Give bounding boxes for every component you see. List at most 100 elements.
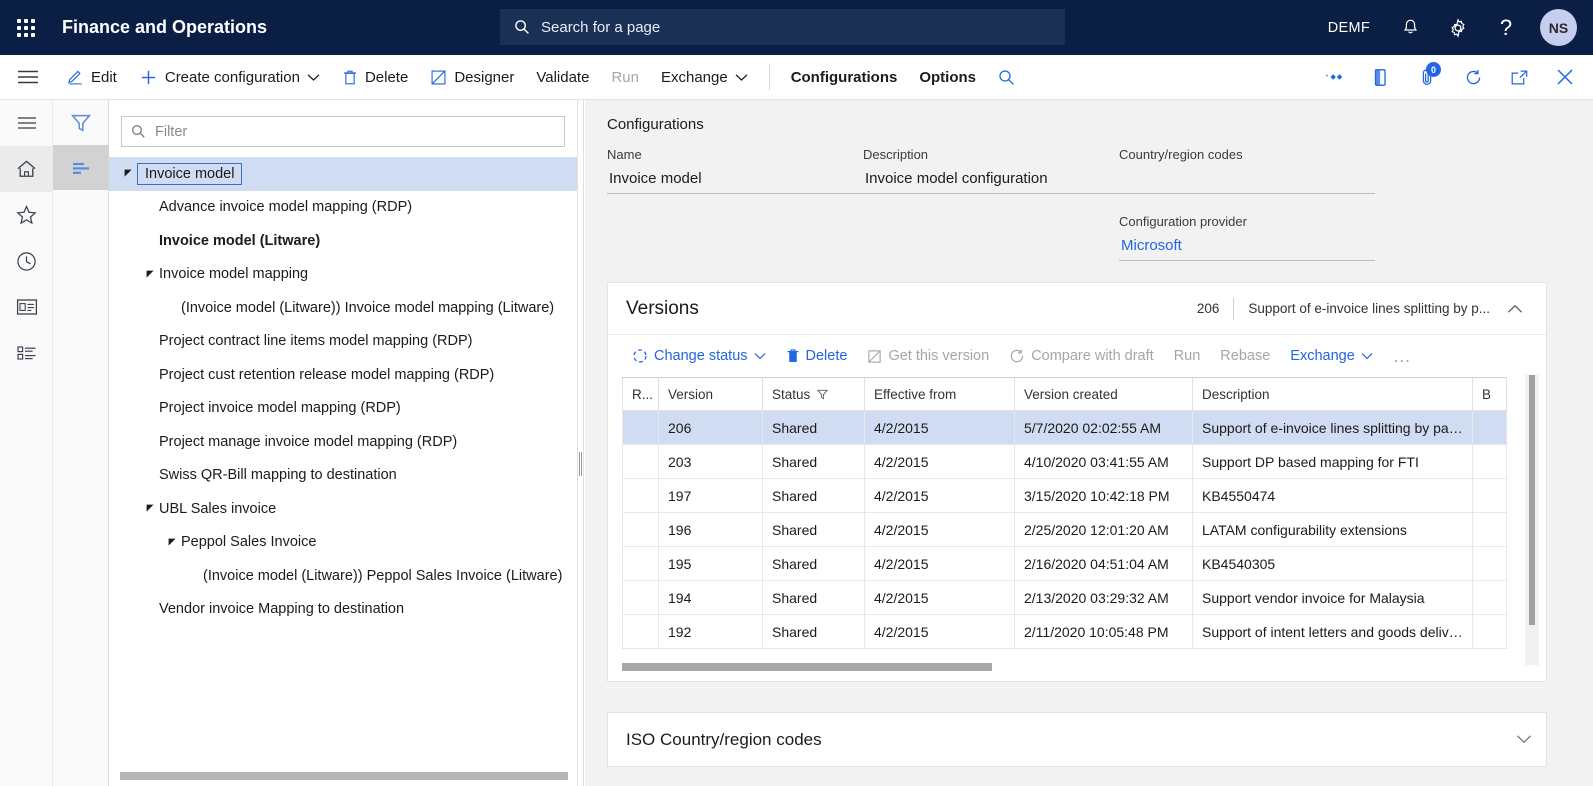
table-row[interactable]: 206Shared4/2/20155/7/2020 02:02:55 AMSup… <box>623 411 1507 445</box>
tab-configurations[interactable]: Configurations <box>780 55 909 99</box>
rail-hamburger-menu-icon[interactable] <box>0 100 53 146</box>
table-row[interactable]: 197Shared4/2/20153/15/2020 10:42:18 PMKB… <box>623 479 1507 513</box>
cell-description[interactable]: KB4540305 <box>1193 547 1473 581</box>
table-row[interactable]: 194Shared4/2/20152/13/2020 03:29:32 AMSu… <box>623 581 1507 615</box>
tree-item[interactable]: Project cust retention release model map… <box>109 358 577 392</box>
versions-exchange-button[interactable]: Exchange <box>1280 339 1383 373</box>
tree-filter-input[interactable]: Filter <box>121 116 565 147</box>
tree-list-icon[interactable] <box>53 145 109 190</box>
avatar[interactable]: NS <box>1540 9 1577 46</box>
cell-version-created[interactable]: 2/11/2020 10:05:48 PM <box>1015 615 1193 649</box>
cell-version-created[interactable]: 2/13/2020 03:29:32 AM <box>1015 581 1193 615</box>
tree-item[interactable]: Vendor invoice Mapping to destination <box>109 593 577 627</box>
sidebar-item-workspaces[interactable] <box>0 284 53 330</box>
column-header-version[interactable]: Version <box>659 378 763 411</box>
waffle-icon[interactable] <box>0 0 52 55</box>
cell-b[interactable] <box>1473 411 1507 445</box>
cell-effective-from[interactable]: 4/2/2015 <box>865 547 1015 581</box>
tree-twisty-expanded-icon[interactable] <box>141 504 159 513</box>
cell-version[interactable]: 206 <box>659 411 763 445</box>
cell-b[interactable] <box>1473 581 1507 615</box>
column-header-version-created[interactable]: Version created <box>1015 378 1193 411</box>
sidebar-item-recent[interactable] <box>0 238 53 284</box>
cell-version-created[interactable]: 2/16/2020 04:51:04 AM <box>1015 547 1193 581</box>
cell-r[interactable] <box>623 581 659 615</box>
create-configuration-button[interactable]: Create configuration <box>128 55 331 99</box>
versions-horizontal-scrollbar[interactable] <box>622 663 1482 671</box>
cell-version-created[interactable]: 5/7/2020 02:02:55 AM <box>1015 411 1193 445</box>
field-country-value[interactable] <box>1119 168 1375 194</box>
tree-item[interactable]: (Invoice model (Litware)) Invoice model … <box>109 291 577 325</box>
tree-item[interactable]: Project invoice model mapping (RDP) <box>109 392 577 426</box>
cell-status[interactable]: Shared <box>763 615 865 649</box>
tree-twisty-expanded-icon[interactable] <box>141 270 159 279</box>
company-selector[interactable]: DEMF <box>1314 20 1384 36</box>
cell-r[interactable] <box>623 411 659 445</box>
filter-funnel-icon[interactable] <box>817 389 828 400</box>
personalize-icon[interactable] <box>1317 59 1353 95</box>
field-description-value[interactable]: Invoice model configuration <box>863 168 1119 194</box>
tree-item[interactable]: Invoice model <box>109 157 577 191</box>
cell-effective-from[interactable]: 4/2/2015 <box>865 411 1015 445</box>
popout-icon[interactable] <box>1501 59 1537 95</box>
delete-button[interactable]: Delete <box>331 55 419 99</box>
column-header-r[interactable]: R... <box>623 378 659 411</box>
cell-version-created[interactable]: 2/25/2020 12:01:20 AM <box>1015 513 1193 547</box>
tree-item[interactable]: UBL Sales invoice <box>109 492 577 526</box>
tree-twisty-expanded-icon[interactable] <box>119 169 137 178</box>
column-header-b[interactable]: B <box>1473 378 1507 411</box>
versions-vertical-scrollbar[interactable] <box>1525 375 1539 665</box>
close-icon[interactable] <box>1547 59 1583 95</box>
chevron-up-icon[interactable] <box>1498 292 1532 326</box>
cell-version[interactable]: 197 <box>659 479 763 513</box>
attachment-icon[interactable]: 0 <box>1409 59 1445 95</box>
cell-version-created[interactable]: 4/10/2020 03:41:55 AM <box>1015 445 1193 479</box>
cell-version[interactable]: 203 <box>659 445 763 479</box>
edit-button[interactable]: Edit <box>56 55 128 99</box>
cell-status[interactable]: Shared <box>763 547 865 581</box>
cell-b[interactable] <box>1473 615 1507 649</box>
cell-effective-from[interactable]: 4/2/2015 <box>865 479 1015 513</box>
chevron-down-icon[interactable] <box>1516 731 1532 749</box>
global-search-input[interactable]: Search for a page <box>500 9 1065 45</box>
tree-item[interactable]: Advance invoice model mapping (RDP) <box>109 191 577 225</box>
cell-version[interactable]: 194 <box>659 581 763 615</box>
cell-version[interactable]: 195 <box>659 547 763 581</box>
table-row[interactable]: 196Shared4/2/20152/25/2020 12:01:20 AMLA… <box>623 513 1507 547</box>
office-export-icon[interactable] <box>1363 59 1399 95</box>
versions-card-header[interactable]: Versions 206 Support of e-invoice lines … <box>608 283 1546 335</box>
iso-country-region-codes-section[interactable]: ISO Country/region codes <box>607 712 1547 767</box>
sidebar-item-modules[interactable] <box>0 330 53 376</box>
column-header-effective-from[interactable]: Effective from <box>865 378 1015 411</box>
hamburger-menu-icon[interactable] <box>0 55 56 99</box>
cell-status[interactable]: Shared <box>763 445 865 479</box>
table-row[interactable]: 195Shared4/2/20152/16/2020 04:51:04 AMKB… <box>623 547 1507 581</box>
cell-r[interactable] <box>623 547 659 581</box>
cell-version[interactable]: 192 <box>659 615 763 649</box>
tree-item[interactable]: Invoice model mapping <box>109 258 577 292</box>
tree-horizontal-scrollbar[interactable] <box>120 772 572 780</box>
cell-description[interactable]: Support DP based mapping for FTI <box>1193 445 1473 479</box>
sidebar-item-home[interactable] <box>0 146 53 192</box>
change-status-button[interactable]: Change status <box>622 339 776 373</box>
tree-item[interactable]: (Invoice model (Litware)) Peppol Sales I… <box>109 559 577 593</box>
validate-button[interactable]: Validate <box>525 55 600 99</box>
cell-description[interactable]: LATAM configurability extensions <box>1193 513 1473 547</box>
cell-description[interactable]: Support of e-invoice lines splitting by … <box>1193 411 1473 445</box>
tree-item[interactable]: Swiss QR-Bill mapping to destination <box>109 459 577 493</box>
table-row[interactable]: 203Shared4/2/20154/10/2020 03:41:55 AMSu… <box>623 445 1507 479</box>
sidebar-item-favorites[interactable] <box>0 192 53 238</box>
tree-item[interactable]: Peppol Sales Invoice <box>109 526 577 560</box>
cell-b[interactable] <box>1473 445 1507 479</box>
table-row[interactable]: 192Shared4/2/20152/11/2020 10:05:48 PMSu… <box>623 615 1507 649</box>
cell-effective-from[interactable]: 4/2/2015 <box>865 445 1015 479</box>
cell-b[interactable] <box>1473 479 1507 513</box>
field-name-value[interactable]: Invoice model <box>607 168 863 194</box>
versions-overflow-button[interactable]: … <box>1383 339 1422 373</box>
panel-splitter[interactable] <box>578 100 584 786</box>
exchange-button[interactable]: Exchange <box>650 55 759 99</box>
cell-status[interactable]: Shared <box>763 479 865 513</box>
column-header-description[interactable]: Description <box>1193 378 1473 411</box>
cell-version[interactable]: 196 <box>659 513 763 547</box>
cell-b[interactable] <box>1473 513 1507 547</box>
